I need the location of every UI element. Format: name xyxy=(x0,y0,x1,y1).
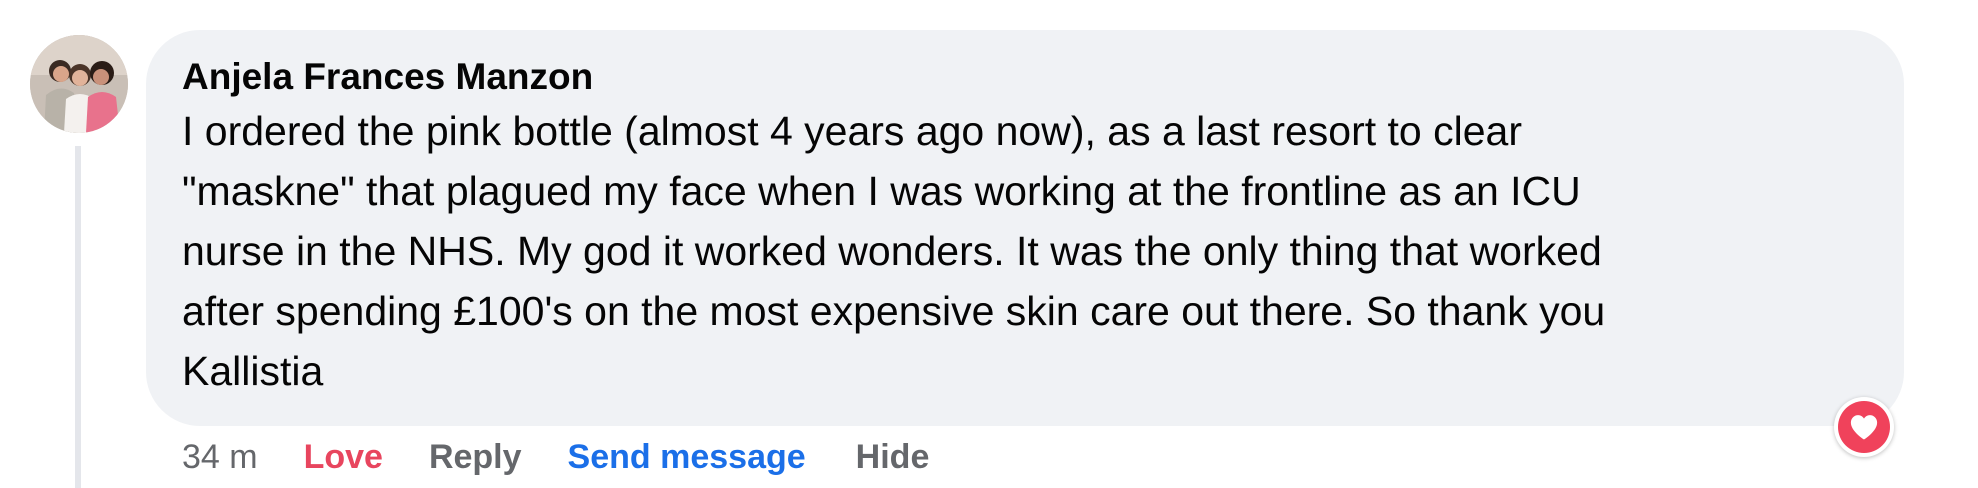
reaction-badge[interactable] xyxy=(1834,397,1894,457)
comment-text-line: "maskne" that plagued my face when I was… xyxy=(182,168,1581,214)
reply-button[interactable]: Reply xyxy=(429,438,522,477)
hide-button[interactable]: Hide xyxy=(856,438,930,477)
send-message-button[interactable]: Send message xyxy=(568,438,806,477)
heart-icon xyxy=(1850,415,1878,440)
comment-timestamp[interactable]: 34 m xyxy=(182,438,258,477)
comment-text-line: nurse in the NHS. My god it worked wonde… xyxy=(182,228,1602,274)
comment-text-line: Kallistia xyxy=(182,348,324,394)
comment-text-line: I ordered the pink bottle (almost 4 year… xyxy=(182,108,1522,154)
heart-reaction xyxy=(1838,401,1890,453)
avatar[interactable] xyxy=(30,35,128,133)
love-button[interactable]: Love xyxy=(304,438,383,477)
thread-line xyxy=(75,146,81,488)
comment-author[interactable]: Anjela Frances Manzon xyxy=(182,55,1904,99)
avatar-photo xyxy=(30,35,128,133)
comment-actions: 34 m Love Reply Send message Hide xyxy=(182,427,929,487)
comment-text: I ordered the pink bottle (almost 4 year… xyxy=(182,101,1904,401)
comment-bubble: Anjela Frances Manzon I ordered the pink… xyxy=(146,30,1904,426)
comment-text-line: after spending £100's on the most expens… xyxy=(182,288,1606,334)
comment-container: Anjela Frances Manzon I ordered the pink… xyxy=(0,0,1978,488)
